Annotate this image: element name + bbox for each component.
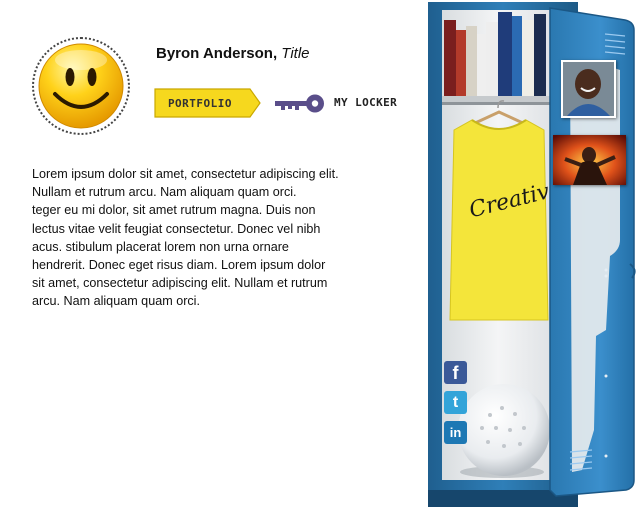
linkedin-icon[interactable]: in [444,421,467,444]
portfolio-button[interactable]: PORTFOLIO [154,88,261,118]
facebook-glyph: f [452,362,459,383]
key-icon[interactable] [275,93,325,113]
profile-title: Title [281,45,310,62]
my-locker-link[interactable]: MY LOCKER [334,96,397,109]
portfolio-label: PORTFOLIO [167,96,233,110]
linkedin-glyph: in [449,425,462,440]
door-photo-fire [553,135,626,185]
smiley-face-icon [38,43,124,129]
twitter-glyph: t [452,393,459,411]
profile-name: Byron Anderson, [156,45,278,62]
facebook-icon[interactable]: f [444,361,467,384]
avatar [32,37,130,135]
profile-name-line: Byron Anderson, Title [156,45,310,62]
twitter-icon[interactable]: t [444,391,467,414]
bio-text: Lorem ipsum dolor sit amet, consectetur … [32,167,339,309]
door-photo-person [561,60,616,118]
